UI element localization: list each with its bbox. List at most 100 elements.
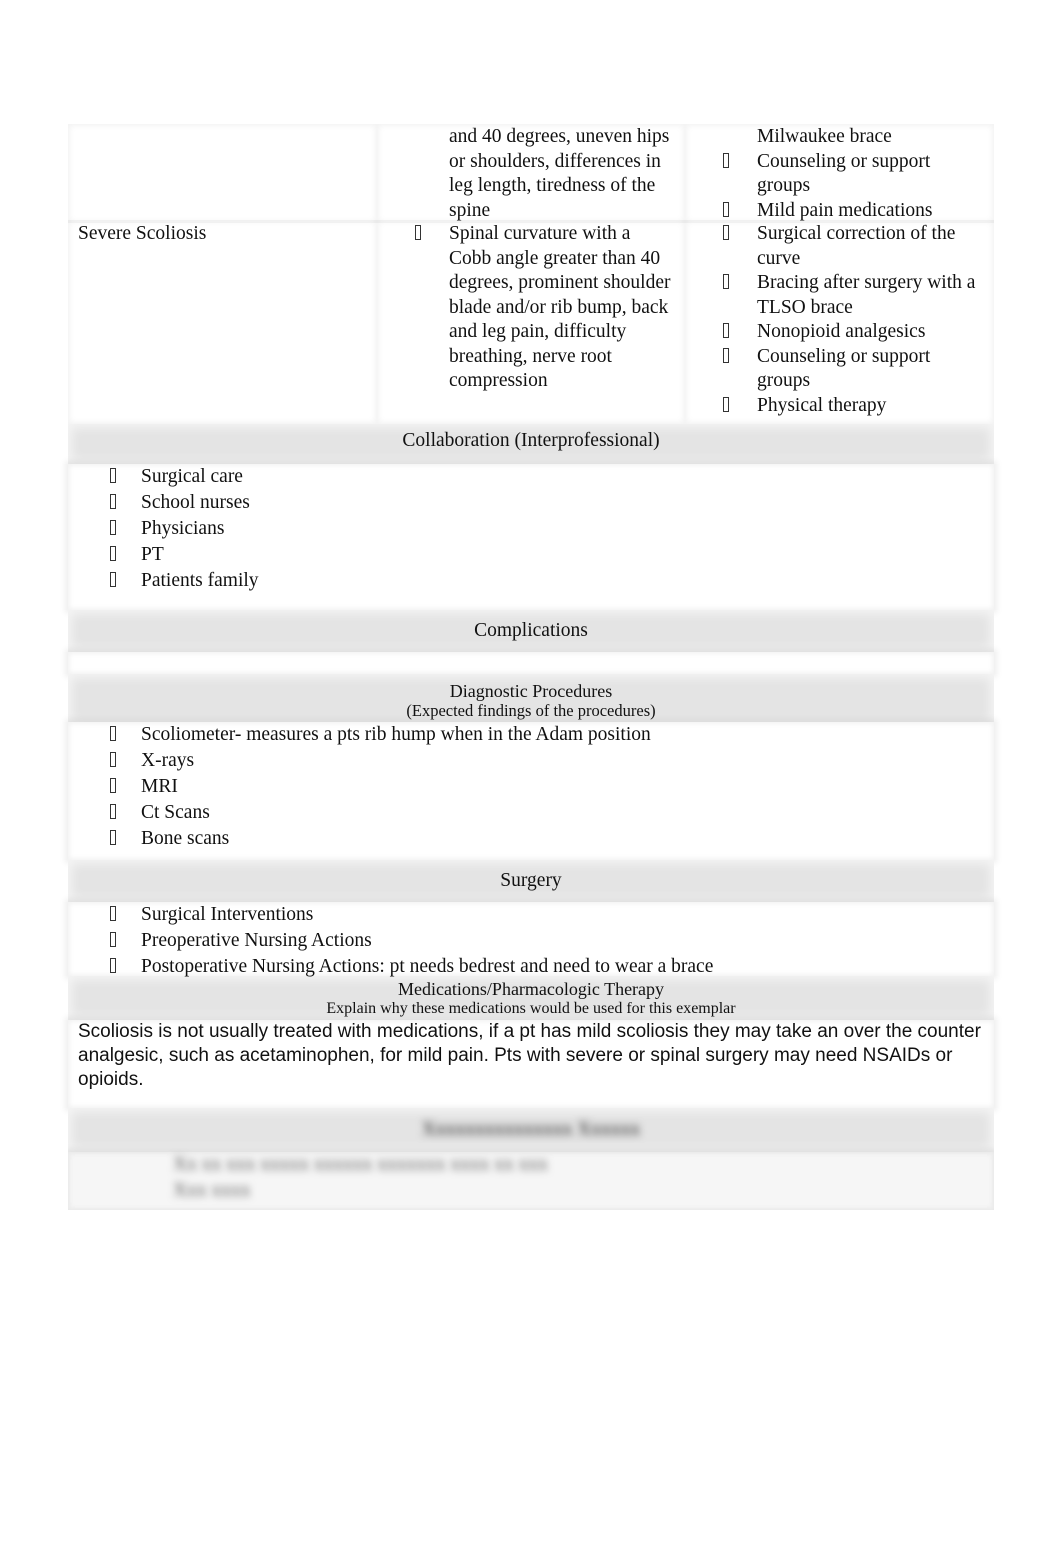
treatment-text: Bracing after surgery with a TLSO brace	[757, 272, 976, 318]
table-row: Severe Scoliosis Spinal curvature with a…	[68, 220, 994, 424]
item-text: Scoliometer- measures a pts rib hump whe…	[141, 724, 651, 745]
blurred-title: Xxxxxxxxxxxxxxx Xxxxxx	[421, 1119, 641, 1140]
diagnostics-section: Scoliometer- measures a pts rib hump whe…	[68, 722, 994, 860]
collaboration-section: Surgical care School nurses Physicians P…	[68, 464, 994, 610]
obscured-body: Xx xx xxx xxxxx xxxxxx xxxxxxx xxxx xx x…	[68, 1152, 994, 1210]
stage-cell	[68, 124, 377, 223]
list-item: Ct Scans	[68, 800, 994, 826]
blurred-item: Xx xx xxx xxxxx xxxxxx xxxxxxx xxxx xx x…	[173, 1154, 548, 1175]
bullet-icon	[723, 320, 729, 345]
bullet-icon	[723, 345, 729, 370]
list-item: Counseling or support groups	[685, 345, 988, 394]
manifestation-text: Spinal curvature with a Cobb angle great…	[449, 223, 671, 391]
bullet-icon	[110, 902, 116, 928]
treatment-text: Surgical correction of the curve	[757, 223, 956, 269]
list-item: School nurses	[68, 490, 994, 516]
bullet-icon	[110, 774, 116, 800]
bullet-icon	[723, 394, 729, 419]
diagnostics-header: Diagnostic Procedures (Expected findings…	[68, 674, 994, 726]
table-row: and 40 degrees, uneven hips or shoulders…	[68, 124, 994, 223]
section-title: Complications	[474, 620, 588, 641]
bullet-icon	[110, 464, 116, 490]
list-item: Preoperative Nursing Actions	[68, 928, 994, 954]
bullet-icon	[110, 826, 116, 852]
care-plan-table: and 40 degrees, uneven hips or shoulders…	[68, 124, 994, 1210]
item-text: Bone scans	[141, 828, 230, 849]
bullet-icon	[723, 150, 729, 175]
list-item: Spinal curvature with a Cobb angle great…	[377, 222, 677, 394]
medications-paragraph: Scoliosis is not usually treated with me…	[78, 1021, 981, 1090]
section-subtitle: (Expected findings of the procedures)	[406, 701, 656, 720]
bullet-icon	[110, 516, 116, 542]
item-text: Patients family	[141, 570, 259, 591]
treatment-text: Physical therapy	[757, 394, 887, 416]
bullet-icon	[110, 748, 116, 774]
list-item: Nonopioid analgesics	[685, 320, 988, 345]
item-text: Ct Scans	[141, 802, 210, 823]
bullet-icon	[110, 722, 116, 748]
obscured-section: Xxxxxxxxxxxxxxx Xxxxxx Xx xx xxx xxxxx x…	[68, 1108, 994, 1210]
list-item: PT	[68, 542, 994, 568]
list-item: Xxx xxxx	[68, 1178, 994, 1204]
treatment-text: Nonopioid analgesics	[757, 321, 926, 342]
manifestation-text: and 40 degrees, uneven hips or shoulders…	[449, 126, 670, 221]
treatment-text: Counseling or support groups	[757, 345, 931, 392]
item-text: Preoperative Nursing Actions	[141, 930, 372, 951]
treatment-text: Milwaukee brace	[757, 126, 892, 147]
section-title: Surgery	[500, 870, 562, 891]
complications-section	[68, 652, 994, 674]
bullet-icon	[110, 800, 116, 826]
treatments-cell: Surgical correction of the curve Bracing…	[685, 220, 994, 424]
list-item: Counseling or support groups	[685, 150, 988, 199]
list-item: Surgical Interventions	[68, 902, 994, 928]
list-item: Bone scans	[68, 826, 994, 852]
bullet-icon	[723, 222, 729, 247]
stage-label: Severe Scoliosis	[78, 223, 207, 244]
collaboration-header: Collaboration (Interprofessional)	[68, 424, 994, 464]
item-text: Surgical care	[141, 466, 243, 487]
list-item: Scoliometer- measures a pts rib hump whe…	[68, 722, 994, 748]
item-text: X-rays	[141, 750, 195, 771]
blurred-item: Xxx xxxx	[173, 1180, 251, 1201]
list-item: MRI	[68, 774, 994, 800]
list-item: Patients family	[68, 568, 994, 594]
list-item: Postoperative Nursing Actions: pt needs …	[68, 954, 994, 980]
treatment-text: Mild pain medications	[757, 199, 933, 221]
list-item: Physical therapy	[685, 394, 988, 419]
bullet-icon	[110, 490, 116, 516]
list-item: Xx xx xxx xxxxx xxxxxx xxxxxxx xxxx xx x…	[68, 1152, 994, 1178]
list-item: X-rays	[68, 748, 994, 774]
bullet-icon	[110, 542, 116, 568]
bullet-icon	[723, 271, 729, 296]
list-item: Physicians	[68, 516, 994, 542]
list-item: Bracing after surgery with a TLSO brace	[685, 271, 988, 320]
list-item: Surgical correction of the curve	[685, 222, 988, 271]
complications-header: Complications	[68, 610, 994, 652]
section-title: Diagnostic Procedures	[449, 681, 613, 701]
list-item: Surgical care	[68, 464, 994, 490]
bullet-icon	[110, 954, 116, 980]
treatment-text: Counseling or support groups	[757, 150, 931, 197]
item-text: Physicians	[141, 518, 225, 539]
item-text: MRI	[141, 776, 178, 797]
item-text: PT	[141, 544, 164, 565]
medications-section: Scoliosis is not usually treated with me…	[68, 1020, 994, 1108]
stage-cell: Severe Scoliosis	[68, 220, 377, 424]
surgery-header: Surgery	[68, 860, 994, 902]
item-text: Surgical Interventions	[141, 904, 314, 925]
bullet-icon	[110, 928, 116, 954]
medications-header: Medications/Pharmacologic Therapy Explai…	[68, 976, 994, 1020]
bullet-icon	[415, 222, 421, 247]
manifestations-cell: Spinal curvature with a Cobb angle great…	[377, 220, 685, 424]
obscured-header: Xxxxxxxxxxxxxxx Xxxxxx	[68, 1108, 994, 1152]
section-title: Medications/Pharmacologic Therapy	[397, 979, 665, 999]
item-text: School nurses	[141, 492, 250, 513]
surgery-section: Surgical Interventions Preoperative Nurs…	[68, 902, 994, 977]
treatments-cell: Milwaukee brace Counseling or support gr…	[685, 124, 994, 223]
section-title: Collaboration (Interprofessional)	[402, 430, 660, 451]
item-text: Postoperative Nursing Actions: pt needs …	[141, 956, 714, 977]
bullet-icon	[110, 568, 116, 594]
manifestations-cell: and 40 degrees, uneven hips or shoulders…	[377, 124, 685, 223]
list-item: Milwaukee brace	[685, 125, 988, 150]
section-subtitle: Explain why these medications would be u…	[326, 1000, 736, 1017]
